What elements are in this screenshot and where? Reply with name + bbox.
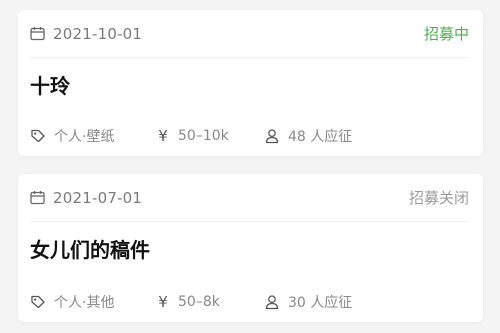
card-header: 2021-10-01 招募中 [30,10,469,58]
applicants-count: 30 人应征 [288,295,353,311]
pay-range: 50–10k [178,128,229,144]
date-group: 2021-10-01 [30,25,142,43]
user-icon [264,128,280,144]
pay-info: ¥ 50–10k [156,127,264,145]
tag-icon [30,294,46,310]
applicants-info: 48 人应征 [264,126,352,146]
job-card[interactable]: 2021-10-01 招募中 十玲 个人·壁纸 ¥ 50–10k 48 人应征 [18,10,483,156]
applicants-count: 48 人应征 [288,129,353,145]
yen-icon: ¥ [158,293,168,311]
category-label: 个人·壁纸 [54,129,115,145]
status-badge: 招募关闭 [408,189,469,207]
post-date: 2021-10-01 [53,24,143,43]
job-title[interactable]: 女儿们的稿件 [30,234,150,263]
applicants-info: 30 人应征 [264,292,352,312]
category-info: 个人·其他 [30,292,156,312]
job-meta: 个人·其他 ¥ 50–8k 30 人应征 [30,290,469,314]
post-date: 2021-07-01 [53,188,143,207]
category-info: 个人·壁纸 [30,126,156,146]
calendar-icon [30,190,45,205]
job-meta: 个人·壁纸 ¥ 50–10k 48 人应征 [30,124,469,148]
status-badge: 招募中 [423,25,469,43]
card-header: 2021-07-01 招募关闭 [30,174,469,222]
job-card[interactable]: 2021-07-01 招募关闭 女儿们的稿件 个人·其他 ¥ 50–8k 30 … [18,174,483,322]
tag-icon [30,128,46,144]
job-title[interactable]: 十玲 [30,70,70,99]
yen-icon: ¥ [158,127,168,145]
pay-range: 50–8k [178,294,220,310]
calendar-icon [30,26,45,41]
date-group: 2021-07-01 [30,189,142,207]
pay-info: ¥ 50–8k [156,293,264,311]
category-label: 个人·其他 [54,295,115,311]
user-icon [264,294,280,310]
